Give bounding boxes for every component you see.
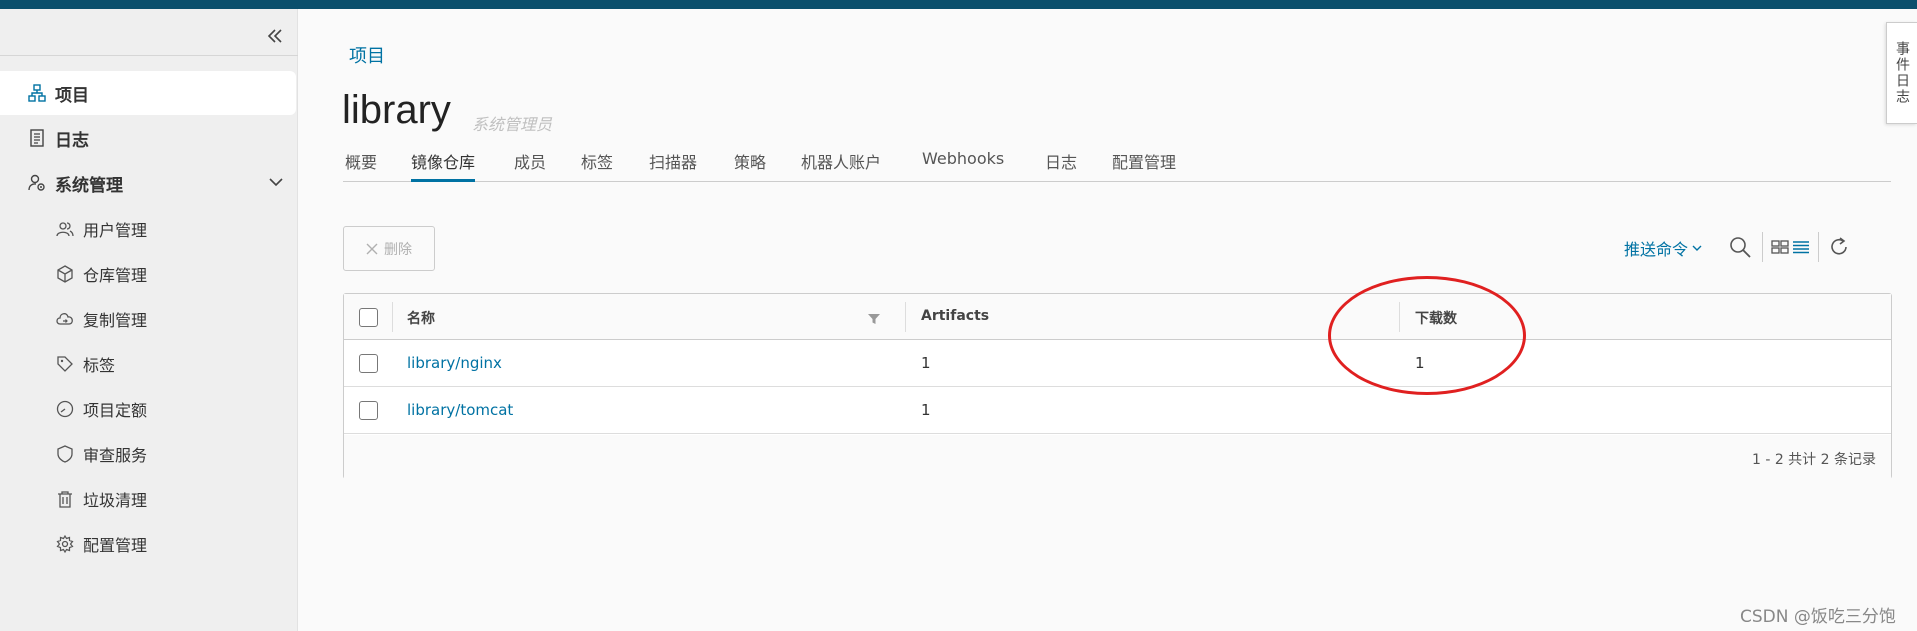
select-all-checkbox[interactable] bbox=[359, 308, 378, 327]
sidebar-item-label: 项目定额 bbox=[83, 400, 148, 420]
sidebar-item-gc[interactable]: 垃圾清理 bbox=[0, 476, 298, 521]
repository-name-link[interactable]: library/tomcat bbox=[407, 401, 513, 419]
close-icon bbox=[366, 243, 378, 254]
sidebar-item-interrogation[interactable]: 审查服务 bbox=[0, 431, 298, 476]
sidebar-item-replications[interactable]: 复制管理 bbox=[0, 296, 298, 341]
sidebar-item-label: 审查服务 bbox=[83, 445, 148, 465]
tab-robot-accounts[interactable]: 机器人账户 bbox=[801, 149, 881, 182]
admin-icon bbox=[28, 174, 46, 192]
table-footer: 1 - 2 共计 2 条记录 bbox=[344, 435, 1891, 479]
sidebar-item-label: 项目 bbox=[55, 85, 89, 106]
log-icon bbox=[28, 129, 46, 147]
tab-policy[interactable]: 策略 bbox=[734, 149, 766, 182]
tab-members[interactable]: 成员 bbox=[514, 149, 546, 182]
tab-configuration[interactable]: 配置管理 bbox=[1112, 149, 1176, 182]
tag-icon bbox=[56, 355, 74, 373]
gear-icon bbox=[56, 534, 74, 553]
column-separator bbox=[392, 302, 393, 332]
sidebar-item-registries[interactable]: 仓库管理 bbox=[0, 251, 298, 296]
table-row: library/nginx 1 1 bbox=[344, 340, 1891, 387]
sidebar-item-config[interactable]: 配置管理 bbox=[0, 521, 298, 566]
push-command-label: 推送命令 bbox=[1624, 240, 1689, 259]
sidebar-item-logs[interactable]: 日志 bbox=[0, 116, 298, 160]
tab-bar: 概要 镜像仓库 成员 标签 扫描器 策略 机器人账户 Webhooks 日志 配… bbox=[343, 146, 1891, 182]
tab-labels[interactable]: 标签 bbox=[581, 149, 613, 182]
row-checkbox[interactable] bbox=[359, 354, 378, 373]
sidebar-item-label: 标签 bbox=[83, 355, 116, 375]
watermark: CSDN @饭吃三分饱 bbox=[1740, 607, 1896, 627]
tab-summary[interactable]: 概要 bbox=[345, 149, 377, 182]
column-header-name[interactable]: 名称 bbox=[407, 308, 435, 328]
table-row: library/tomcat 1 bbox=[344, 387, 1891, 434]
sidebar-item-projects[interactable]: 项目 bbox=[0, 71, 296, 115]
filter-icon[interactable] bbox=[867, 312, 881, 326]
repository-name-link[interactable]: library/nginx bbox=[407, 354, 502, 372]
tab-scanner[interactable]: 扫描器 bbox=[649, 149, 697, 182]
list-view-button[interactable] bbox=[1791, 234, 1811, 260]
sidebar-item-labels[interactable]: 标签 bbox=[0, 341, 298, 386]
column-separator bbox=[905, 302, 906, 332]
sidebar-item-admin[interactable]: 系统管理 bbox=[0, 161, 298, 205]
shield-icon bbox=[56, 444, 74, 463]
column-header-artifacts[interactable]: Artifacts bbox=[921, 308, 989, 324]
event-log-tab[interactable]: 事件日志 bbox=[1886, 22, 1917, 124]
sidebar-item-users[interactable]: 用户管理 bbox=[0, 206, 298, 251]
sidebar-divider bbox=[0, 55, 298, 56]
tab-logs[interactable]: 日志 bbox=[1045, 149, 1077, 182]
artifacts-count: 1 bbox=[921, 354, 931, 372]
replication-icon bbox=[56, 310, 74, 328]
refresh-icon bbox=[1831, 237, 1847, 255]
refresh-button[interactable] bbox=[1826, 234, 1852, 260]
quota-icon bbox=[56, 400, 74, 418]
tab-repositories[interactable]: 镜像仓库 bbox=[411, 149, 476, 182]
push-command-dropdown[interactable]: 推送命令 bbox=[1624, 236, 1702, 260]
users-icon bbox=[56, 220, 74, 238]
collapse-sidebar-button[interactable] bbox=[260, 21, 290, 51]
double-chevron-left-icon bbox=[267, 29, 282, 43]
sidebar-item-label: 日志 bbox=[55, 130, 89, 151]
delete-button-label: 删除 bbox=[384, 241, 412, 258]
list-view-icon bbox=[1793, 241, 1809, 254]
card-view-button[interactable] bbox=[1771, 234, 1789, 260]
search-button[interactable] bbox=[1727, 234, 1753, 260]
sidebar-item-label: 系统管理 bbox=[55, 175, 123, 196]
project-icon bbox=[28, 84, 46, 102]
delete-button[interactable]: 删除 bbox=[343, 226, 435, 271]
event-log-tab-label: 事件日志 bbox=[1894, 41, 1910, 105]
sidebar-item-label: 仓库管理 bbox=[83, 265, 148, 285]
red-annotation-circle bbox=[1328, 276, 1526, 395]
registry-icon bbox=[56, 264, 74, 283]
chevron-down-icon bbox=[1692, 245, 1702, 251]
page-title: library bbox=[342, 88, 451, 132]
toolbar-divider bbox=[1762, 232, 1763, 262]
repository-table: 名称 Artifacts 下载数 library/nginx 1 1 libra… bbox=[343, 293, 1892, 479]
sidebar: 项目 日志 系统管理 用户管理 仓库管理 复制管理 标签 项目定额 审查服务 垃… bbox=[0, 9, 298, 631]
sidebar-item-quotas[interactable]: 项目定额 bbox=[0, 386, 298, 431]
sidebar-item-label: 垃圾清理 bbox=[83, 490, 148, 510]
sidebar-item-label: 用户管理 bbox=[83, 220, 148, 240]
role-label: 系统管理员 bbox=[472, 115, 553, 134]
breadcrumb[interactable]: 项目 bbox=[349, 42, 385, 68]
tab-webhooks[interactable]: Webhooks bbox=[922, 149, 1004, 182]
toolbar-divider bbox=[1818, 232, 1819, 262]
sidebar-item-label: 复制管理 bbox=[83, 310, 148, 330]
trash-icon bbox=[56, 490, 74, 508]
pagination-summary: 1 - 2 共计 2 条记录 bbox=[1751, 452, 1876, 468]
chevron-down-icon bbox=[268, 174, 284, 194]
sidebar-item-label: 配置管理 bbox=[83, 535, 148, 555]
top-header-bar bbox=[0, 0, 1917, 9]
table-header: 名称 Artifacts 下载数 bbox=[344, 294, 1891, 340]
grid-view-icon bbox=[1771, 240, 1789, 254]
row-checkbox[interactable] bbox=[359, 401, 378, 420]
artifacts-count: 1 bbox=[921, 401, 931, 419]
search-icon bbox=[1730, 237, 1751, 258]
